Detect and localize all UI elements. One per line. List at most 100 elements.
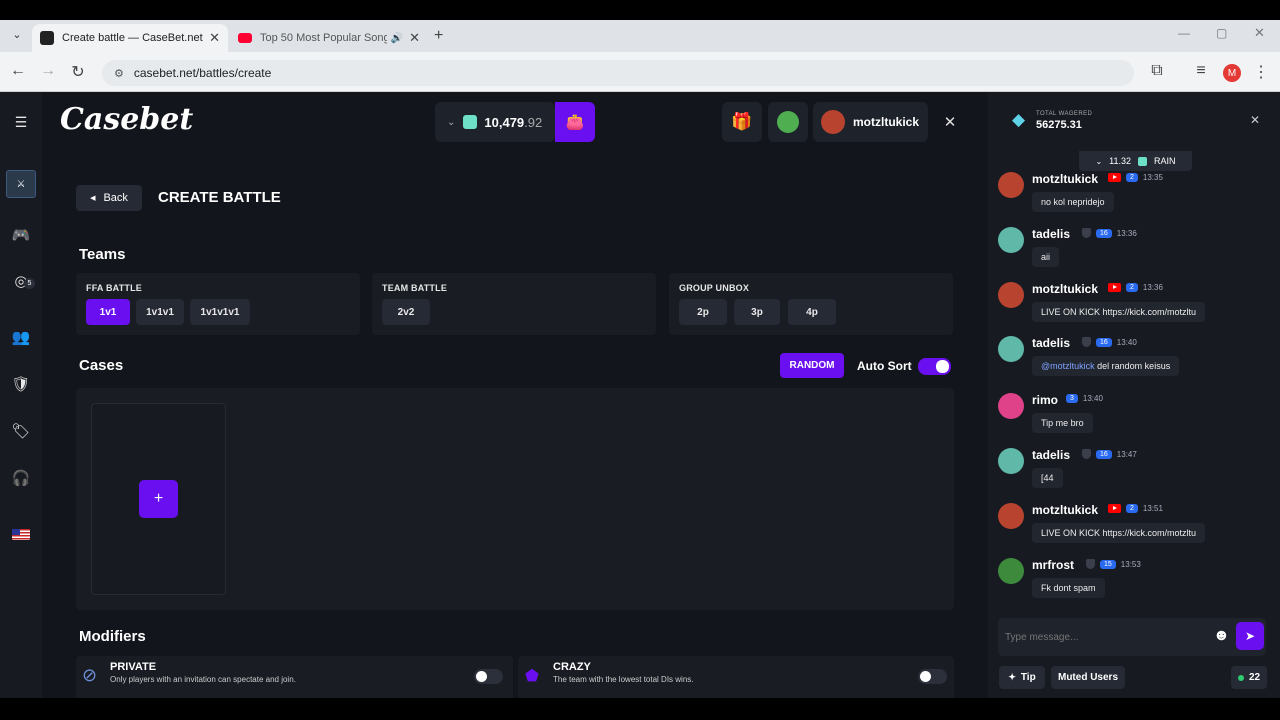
forward-arrow-icon[interactable]: → <box>38 62 58 80</box>
balance-integer: 10,479 <box>484 114 525 130</box>
group-option-2p[interactable]: 2p <box>679 299 727 325</box>
crazy-icon: ⬟ <box>525 668 539 685</box>
close-icon[interactable]: ✕ <box>209 30 220 46</box>
back-arrow-icon[interactable]: ← <box>8 62 28 80</box>
chat-avatar[interactable] <box>998 503 1024 529</box>
wallet-button[interactable]: 👛 <box>555 102 595 142</box>
chat-username[interactable]: motzltukick <box>1032 282 1098 296</box>
steam-icon <box>777 111 799 133</box>
chat-username[interactable]: tadelis <box>1032 448 1070 462</box>
random-button[interactable]: RANDOM <box>780 353 844 378</box>
chat-avatar[interactable] <box>998 336 1024 362</box>
close-icon[interactable]: ✕ <box>409 30 420 46</box>
chat-message: rimo 3 13:40 Tip me bro <box>998 393 1268 439</box>
reload-icon[interactable]: ↻ <box>68 62 88 82</box>
youtube-icon <box>1108 504 1121 513</box>
chat-username[interactable]: tadelis <box>1032 227 1070 241</box>
chat-username[interactable]: mrfrost <box>1032 558 1074 572</box>
tag-icon[interactable]: 🏷 <box>11 422 31 440</box>
chat-mention[interactable]: @motzltukick <box>1041 361 1095 371</box>
user-avatar <box>821 110 845 134</box>
menu-icon[interactable]: ☰ <box>11 114 31 131</box>
flag-us-icon[interactable] <box>12 529 30 540</box>
chat-meta: 2 13:51 <box>1108 504 1163 513</box>
team-option-1v1v1v1[interactable]: 1v1v1v1 <box>190 299 250 325</box>
new-tab-icon[interactable]: + <box>434 27 443 45</box>
chat-avatar[interactable] <box>998 227 1024 253</box>
profile-avatar[interactable]: M <box>1223 64 1241 82</box>
caret-left-icon: ◀ <box>90 195 96 202</box>
address-bar[interactable]: ⚙ casebet.net/battles/create <box>102 60 1134 86</box>
tip-label: Tip <box>1020 672 1036 683</box>
rain-banner[interactable]: ⌄ 11.32 RAIN <box>1079 151 1192 171</box>
tab-youtube[interactable]: Top 50 Most Popular Songs 🔊 ✕ <box>230 24 428 52</box>
chat-text-body: aii <box>1041 252 1051 262</box>
chat-meta: 2 13:35 <box>1108 173 1163 182</box>
ffa-label: FFA BATTLE <box>86 283 142 293</box>
chat-text-body: [44 <box>1041 473 1054 483</box>
shield-icon <box>1082 228 1091 238</box>
level-badge: 2 <box>1126 504 1138 513</box>
chat-avatar[interactable] <box>998 172 1024 198</box>
group-option-4p[interactable]: 4p <box>788 299 836 325</box>
auto-sort-toggle[interactable] <box>918 358 951 375</box>
tab-create-battle[interactable]: Create battle — CaseBet.net ✕ <box>32 24 228 52</box>
balance-display[interactable]: ⌄ 10,479 .92 <box>435 102 555 142</box>
chat-avatar[interactable] <box>998 282 1024 308</box>
total-wagered-value: 56275.31 <box>1036 119 1082 131</box>
chat-text: aii <box>1032 247 1060 267</box>
chat-username[interactable]: rimo <box>1032 393 1058 407</box>
chat-username[interactable]: tadelis <box>1032 336 1070 350</box>
casebet-logo[interactable]: Casebet <box>60 102 193 137</box>
media-icon[interactable]: ≡ <box>1191 62 1211 80</box>
more-menu-icon[interactable]: ⋮ <box>1251 62 1271 82</box>
close-header-button[interactable]: ✕ <box>930 102 970 142</box>
tip-button[interactable]: ✦ Tip <box>999 666 1045 689</box>
close-chat-icon[interactable]: ✕ <box>1250 113 1260 127</box>
sidebar: ☰ ⚔ 🎮 ◎ 5 👥 🛡 🏷 🎧 <box>0 92 42 698</box>
diamond-icon: ◆ <box>1012 110 1026 129</box>
team-option-2v2[interactable]: 2v2 <box>382 299 430 325</box>
rewards-button[interactable]: 🎁 <box>722 102 762 142</box>
shield-icon <box>1082 449 1091 459</box>
page-title: CREATE BATTLE <box>158 189 281 206</box>
chat-timestamp: 13:35 <box>1142 173 1163 182</box>
user-profile-button[interactable]: motzltukick <box>813 102 928 142</box>
steam-button[interactable] <box>768 102 808 142</box>
tab-search-icon[interactable]: ⌄ <box>8 28 26 46</box>
chat-username[interactable]: motzltukick <box>1032 172 1098 186</box>
site-info-icon[interactable]: ⚙ <box>114 67 124 80</box>
headset-icon[interactable]: 🎧 <box>11 469 31 487</box>
team-option-1v1v1[interactable]: 1v1v1 <box>136 299 184 325</box>
send-button[interactable]: ➤ <box>1236 622 1264 650</box>
chevron-down-icon: ⌄ <box>447 116 456 128</box>
chat-avatar[interactable] <box>998 393 1024 419</box>
back-button[interactable]: ◀ Back <box>76 185 142 211</box>
chat-avatar[interactable] <box>998 558 1024 584</box>
chat-avatar[interactable] <box>998 448 1024 474</box>
wallet-icon: 👛 <box>565 114 585 131</box>
chat-username[interactable]: motzltukick <box>1032 503 1098 517</box>
emoji-icon[interactable]: ☻ <box>1213 627 1230 645</box>
chat-message: tadelis 16 13:36 aii <box>998 227 1268 273</box>
add-case-button[interactable]: + <box>139 480 178 518</box>
window-close-icon[interactable]: ✕ <box>1254 25 1265 41</box>
chat-input[interactable] <box>1005 626 1205 648</box>
group-option-3p[interactable]: 3p <box>734 299 780 325</box>
extensions-icon[interactable]: ⧉ <box>1147 62 1167 80</box>
crazy-toggle[interactable] <box>918 669 947 684</box>
shield-icon[interactable]: 🛡 <box>11 375 31 393</box>
speaker-icon[interactable]: 🔊 <box>391 33 403 44</box>
rain-label: RAIN <box>1154 156 1176 166</box>
level-badge: 16 <box>1096 228 1112 238</box>
shield-icon <box>1082 337 1091 347</box>
level-badge: 16 <box>1096 449 1112 459</box>
team-option-1v1[interactable]: 1v1 <box>86 299 130 325</box>
maximize-icon[interactable]: ▢ <box>1216 26 1227 40</box>
minimize-icon[interactable]: — <box>1178 26 1190 40</box>
users-icon[interactable]: 👥 <box>11 328 31 346</box>
muted-users-button[interactable]: Muted Users <box>1051 666 1125 689</box>
private-toggle[interactable] <box>474 669 503 684</box>
gamepad-icon[interactable]: 🎮 <box>11 226 31 244</box>
battles-icon[interactable]: ⚔ <box>6 170 36 198</box>
